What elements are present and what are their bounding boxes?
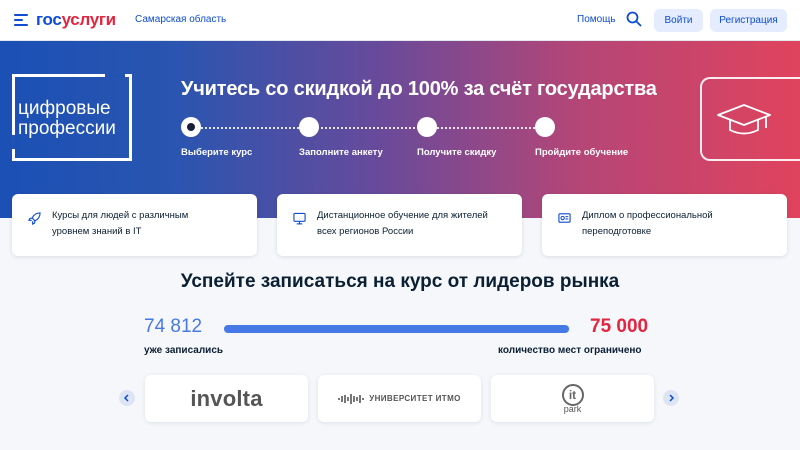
enrolled-label: уже записались	[144, 345, 224, 356]
feature-card-diploma: Диплом о профессиональной переподготовке	[542, 194, 787, 256]
rocket-icon	[28, 212, 41, 225]
steps-connector	[190, 127, 546, 129]
enrollment-progress-bar	[224, 325, 570, 333]
logo-part-gos: гос	[36, 10, 62, 29]
itpark-logo: it park	[561, 383, 584, 414]
itmo-logo: УНИВЕРСИТЕТ ИТМО	[338, 393, 461, 404]
itpark-subtitle: park	[563, 403, 582, 414]
enrolled-count: 74 812	[144, 316, 203, 337]
carousel-prev-button[interactable]	[119, 390, 135, 406]
search-icon[interactable]	[626, 11, 642, 27]
feature-card-remote: Дистанционное обучение для жителей всех …	[277, 194, 522, 256]
logo-part-uslugi: услуги	[61, 10, 117, 29]
register-button[interactable]: Регистрация	[710, 9, 787, 32]
login-button[interactable]: Войти	[654, 9, 703, 32]
graduation-cap-icon	[717, 104, 771, 135]
brand-line-1: цифровые	[18, 98, 111, 119]
partner-card-itpark[interactable]: it park	[491, 375, 654, 422]
feature-card-courses: Курсы для людей с различным уровнем знан…	[12, 194, 257, 256]
region-selector[interactable]: Самарская область	[135, 14, 226, 25]
carousel-next-button[interactable]	[663, 390, 679, 406]
partner-card-involta[interactable]: involta	[145, 375, 308, 422]
partner-card-itmo[interactable]: УНИВЕРСИТЕТ ИТМО	[318, 375, 481, 422]
enrollment-progress-fill	[224, 325, 570, 333]
feature-line-1: Диплом о профессиональной	[582, 210, 713, 221]
chevron-left-icon	[123, 394, 129, 402]
feature-line-2: всех регионов России	[317, 226, 414, 237]
monitor-icon	[293, 212, 306, 225]
digital-professions-logo: цифровые профессии	[18, 99, 116, 139]
gosuslugi-logo[interactable]: госуслуги	[36, 10, 116, 30]
menu-icon[interactable]	[14, 14, 28, 26]
itpark-mark: it	[561, 383, 584, 406]
feature-line-2: переподготовке	[582, 226, 652, 237]
diploma-icon	[558, 213, 571, 223]
feature-text: Курсы для людей с различным уровнем знан…	[52, 208, 188, 240]
feature-text: Дистанционное обучение для жителей всех …	[317, 208, 488, 240]
step-3-label: Получите скидку	[417, 147, 497, 158]
feature-line-2: уровнем знаний в IT	[52, 226, 142, 237]
involta-logo: involta	[190, 385, 263, 411]
feature-text: Диплом о профессиональной переподготовке	[582, 208, 713, 240]
seat-limit-label: количество мест ограничено	[498, 345, 642, 356]
step-2-label: Заполните анкету	[299, 147, 383, 158]
step-1-label: Выберите курс	[181, 147, 253, 158]
step-4-label: Пройдите обучение	[535, 147, 629, 158]
hero-title: Учитесь со скидкой до 100% за счёт госуд…	[181, 78, 657, 100]
itmo-dots-icon	[338, 393, 365, 404]
itmo-name: УНИВЕРСИТЕТ ИТМО	[369, 394, 461, 403]
step-4-marker	[535, 117, 555, 137]
chevron-right-icon	[669, 394, 675, 402]
step-1-marker	[181, 117, 201, 137]
feature-line-1: Дистанционное обучение для жителей	[317, 210, 488, 221]
brand-line-2: профессии	[18, 118, 116, 139]
feature-line-1: Курсы для людей с различным	[52, 210, 189, 221]
seat-limit: 75 000	[590, 316, 649, 337]
header: госуслуги Самарская область Помощь Войти…	[0, 0, 800, 41]
enrollment-title: Успейте записаться на курс от лидеров ры…	[180, 271, 620, 292]
step-2-marker	[299, 117, 319, 137]
help-link[interactable]: Помощь	[577, 14, 616, 25]
step-3-marker	[417, 117, 437, 137]
hero-banner: цифровые профессии Учитесь со скидкой до…	[0, 41, 800, 218]
